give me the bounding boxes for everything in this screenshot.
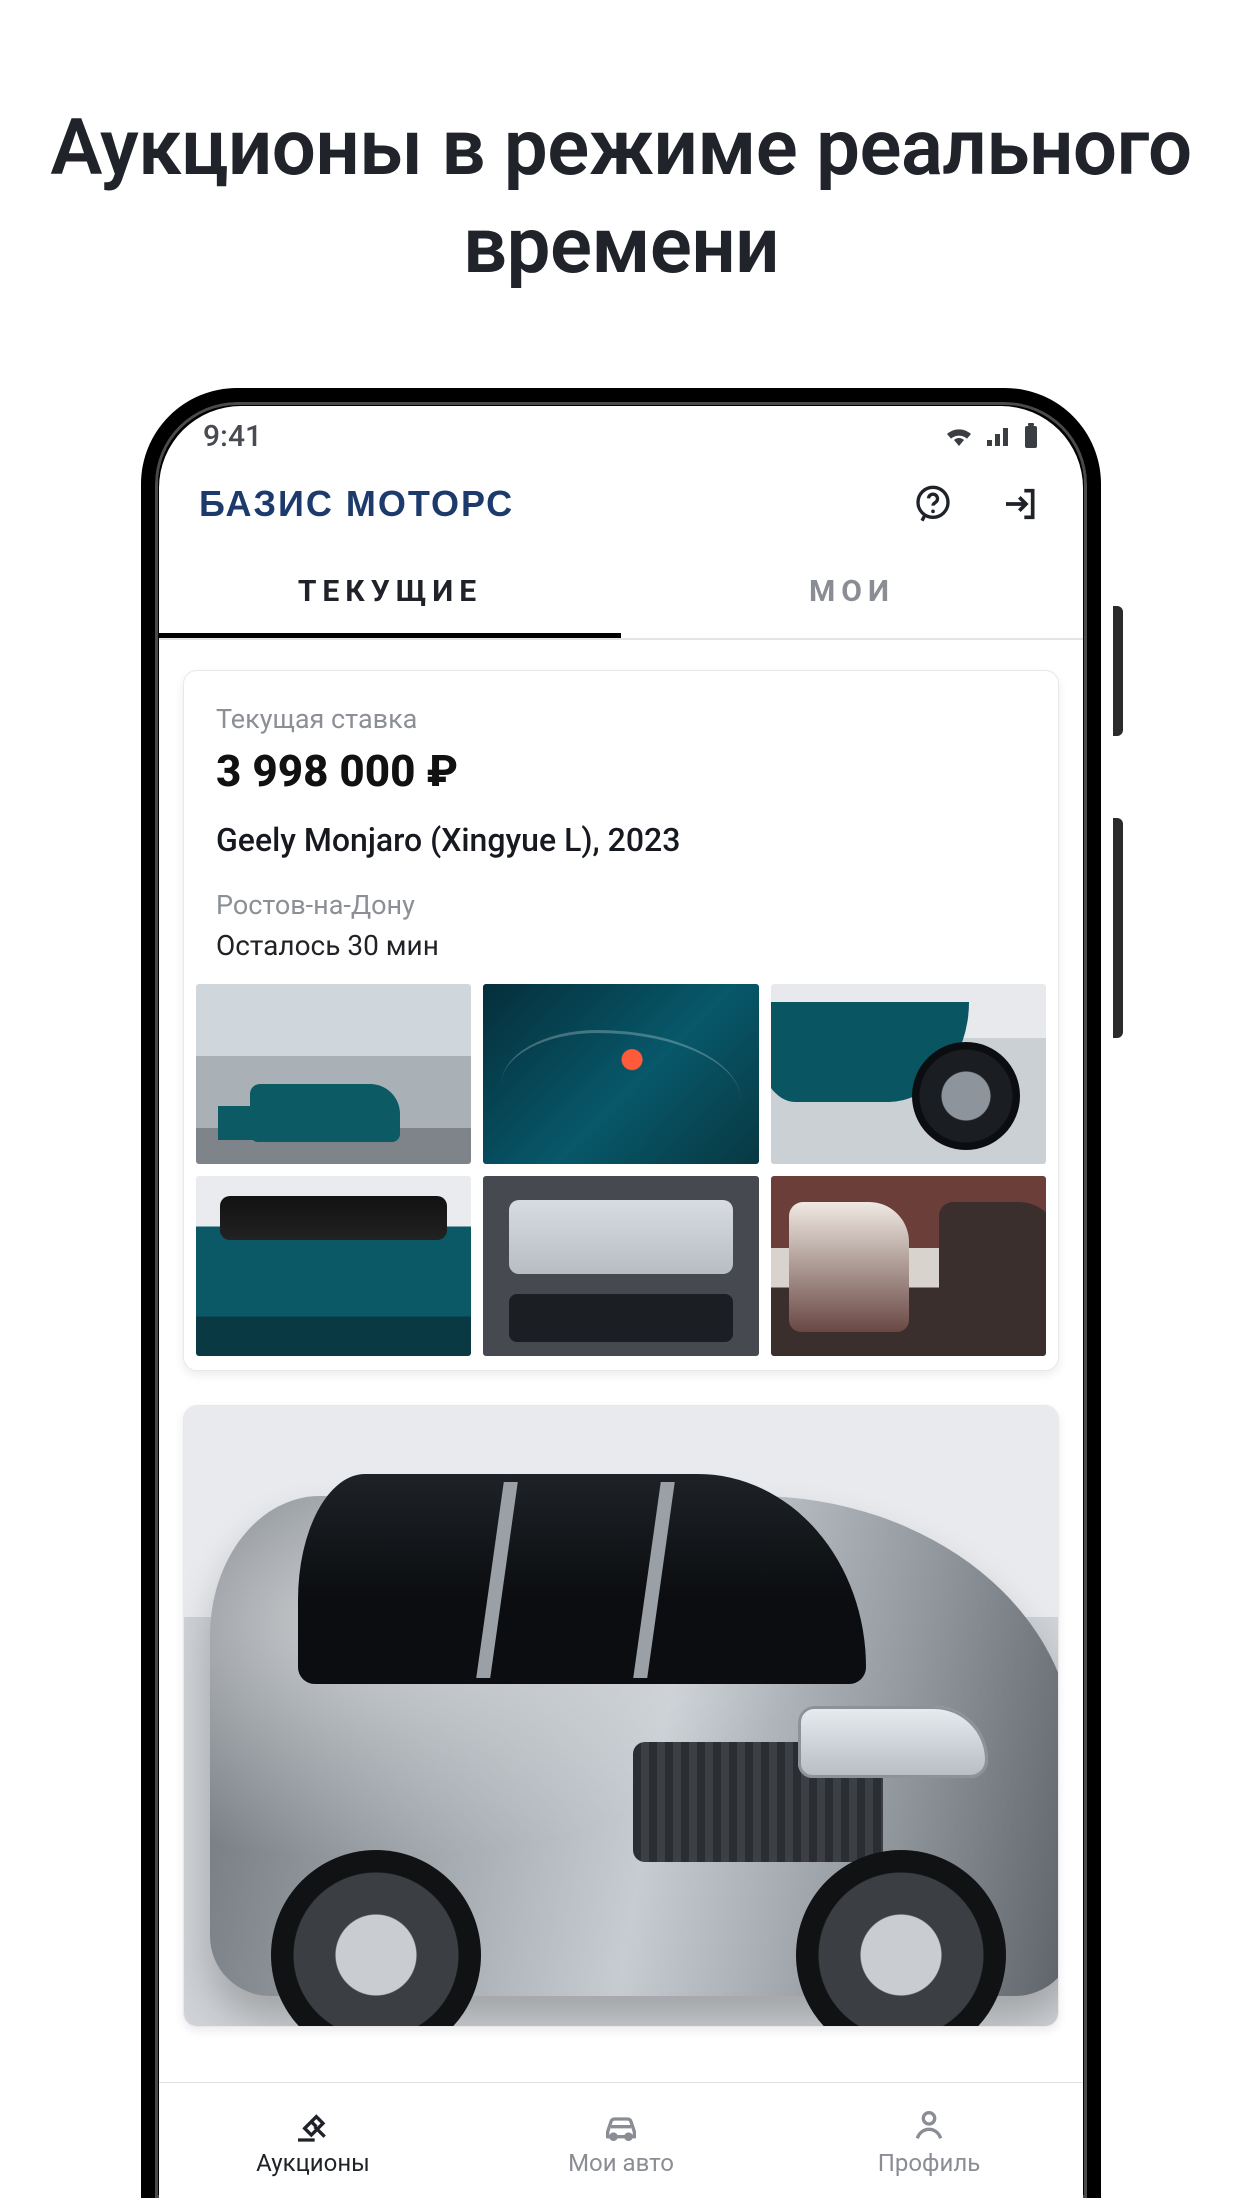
- device-side-button: [1113, 606, 1123, 736]
- nav-label: Аукционы: [256, 2149, 370, 2177]
- car-photo-thumb[interactable]: [771, 1176, 1046, 1356]
- login-icon: [1001, 484, 1041, 524]
- car-photo-thumb[interactable]: [483, 1176, 758, 1356]
- auction-card[interactable]: [183, 1405, 1059, 2027]
- car-title: Geely Monjaro (Xingyue L), 2023: [216, 821, 1026, 859]
- status-bar: 9:41: [159, 406, 1083, 466]
- car-photo-thumb[interactable]: [483, 984, 758, 1164]
- car-photo-thumb[interactable]: [196, 984, 471, 1164]
- car-photo-thumb[interactable]: [771, 984, 1046, 1164]
- brand-logo: БАЗИС МОТОРС: [199, 483, 514, 525]
- auction-list[interactable]: Текущая ставка 3 998 000 ₽ Geely Monjaro…: [159, 640, 1083, 2185]
- nav-label: Профиль: [878, 2149, 980, 2177]
- device-frame: 9:41 БАЗИС МОТОРС: [141, 388, 1101, 2198]
- car-hero-photo[interactable]: [184, 1406, 1058, 2026]
- cellular-icon: [985, 424, 1013, 448]
- help-icon: [913, 484, 953, 524]
- car-photo-thumb[interactable]: [196, 1176, 471, 1356]
- photo-grid: [184, 984, 1058, 1370]
- car-icon: [601, 2105, 641, 2145]
- login-button[interactable]: [999, 482, 1043, 526]
- nav-my-cars[interactable]: Мои авто: [467, 2083, 775, 2198]
- tab-current[interactable]: ТЕКУЩИЕ: [159, 546, 621, 638]
- auction-card[interactable]: Текущая ставка 3 998 000 ₽ Geely Monjaro…: [183, 670, 1059, 1371]
- car-city: Ростов-на-Дону: [216, 889, 1026, 921]
- battery-icon: [1023, 423, 1039, 449]
- device-side-button: [1113, 818, 1123, 1038]
- current-bid-value: 3 998 000 ₽: [216, 745, 1026, 797]
- nav-label: Мои авто: [568, 2149, 674, 2177]
- bottom-nav: Аукционы Мои авто Профиль: [159, 2082, 1083, 2198]
- status-time: 9:41: [203, 419, 262, 454]
- time-left: Осталось 30 мин: [216, 929, 1026, 962]
- wifi-icon: [943, 424, 975, 448]
- profile-icon: [909, 2105, 949, 2145]
- current-bid-label: Текущая ставка: [216, 703, 1026, 735]
- help-button[interactable]: [911, 482, 955, 526]
- tab-mine[interactable]: МОИ: [621, 546, 1083, 638]
- tabs: ТЕКУЩИЕ МОИ: [159, 546, 1083, 640]
- marketing-headline: Аукционы в режиме реального времени: [0, 0, 1242, 295]
- app-header: БАЗИС МОТОРС: [159, 466, 1083, 546]
- gavel-icon: [293, 2105, 333, 2145]
- nav-profile[interactable]: Профиль: [775, 2083, 1083, 2198]
- nav-auctions[interactable]: Аукционы: [159, 2083, 467, 2198]
